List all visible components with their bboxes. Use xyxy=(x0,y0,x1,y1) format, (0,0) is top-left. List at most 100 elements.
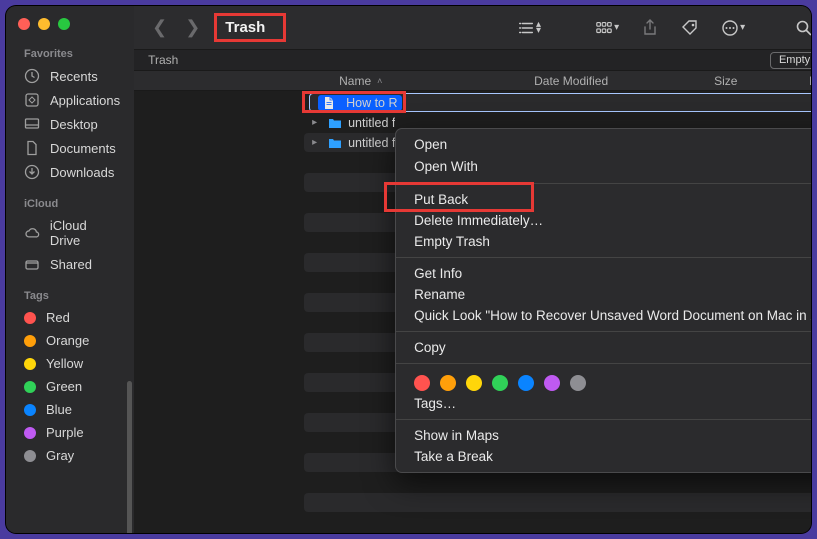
tag-color-orange[interactable] xyxy=(440,375,456,391)
download-icon xyxy=(24,164,40,180)
shared-icon xyxy=(24,256,40,272)
sidebar: Favorites Recents Applications Desktop D… xyxy=(6,6,134,533)
search-button[interactable] xyxy=(789,19,811,37)
tag-color-gray[interactable] xyxy=(570,375,586,391)
main-content: ❮ ❯ Trash ▴▾ ▾ ▾ xyxy=(134,6,811,533)
sidebar-item-label: Green xyxy=(46,379,82,394)
file-name: untitled f xyxy=(348,136,395,150)
sidebar-item-icloud-drive[interactable]: iCloud Drive xyxy=(6,214,134,252)
sidebar-item-label: Desktop xyxy=(50,117,98,132)
tag-color-blue[interactable] xyxy=(518,375,534,391)
document-icon xyxy=(322,96,336,110)
list-row-empty xyxy=(304,473,811,492)
nav-back-button[interactable]: ❮ xyxy=(148,17,171,38)
ctx-get-info[interactable]: Get Info xyxy=(396,263,811,284)
app-icon xyxy=(24,92,40,108)
sidebar-item-label: Gray xyxy=(46,448,74,463)
sidebar-item-label: Blue xyxy=(46,402,72,417)
doc-icon xyxy=(24,140,40,156)
sidebar-item-recents[interactable]: Recents xyxy=(6,64,134,88)
folder-icon xyxy=(328,136,342,150)
ctx-show-in-maps[interactable]: Show in Maps xyxy=(396,425,811,446)
folder-icon xyxy=(328,116,342,130)
sidebar-item-label: Shared xyxy=(50,257,92,272)
sidebar-tag-purple[interactable]: Purple xyxy=(6,421,134,444)
menu-separator xyxy=(396,363,811,364)
action-button[interactable]: ▾ xyxy=(715,19,751,37)
sidebar-item-applications[interactable]: Applications xyxy=(6,88,134,112)
chevron-updown-icon: ▴▾ xyxy=(536,22,541,34)
zoom-window-button[interactable] xyxy=(58,18,70,30)
sidebar-tag-yellow[interactable]: Yellow xyxy=(6,352,134,375)
tag-dot-icon xyxy=(24,404,36,416)
file-name: How to R xyxy=(346,96,397,110)
empty-trash-button[interactable]: Empty xyxy=(770,52,811,69)
sidebar-item-label: Orange xyxy=(46,333,89,348)
tag-dot-icon xyxy=(24,312,36,324)
sidebar-section-icloud: iCloud xyxy=(6,194,134,214)
menu-separator xyxy=(396,183,811,184)
minimize-window-button[interactable] xyxy=(38,18,50,30)
finder-window: Favorites Recents Applications Desktop D… xyxy=(6,6,811,533)
toolbar: ❮ ❯ Trash ▴▾ ▾ ▾ xyxy=(134,6,811,49)
chevron-down-icon: ▾ xyxy=(614,22,619,33)
ctx-copy[interactable]: Copy xyxy=(396,337,811,358)
cloud-icon xyxy=(24,225,40,241)
sidebar-item-label: iCloud Drive xyxy=(50,218,120,248)
context-menu: Open Open With❯ Put Back Delete Immediat… xyxy=(395,128,811,473)
chevron-down-icon: ▾ xyxy=(740,22,745,33)
file-row-selected[interactable]: How to R xyxy=(309,93,811,112)
sidebar-item-label: Applications xyxy=(50,93,120,108)
column-name[interactable]: Name˄ xyxy=(339,74,534,88)
column-size[interactable]: Size xyxy=(714,74,809,88)
sidebar-item-label: Recents xyxy=(50,69,98,84)
sidebar-item-documents[interactable]: Documents xyxy=(6,136,134,160)
share-button[interactable] xyxy=(635,19,665,37)
ctx-take-a-break[interactable]: Take a Break xyxy=(396,446,811,467)
sidebar-item-shared[interactable]: Shared xyxy=(6,252,134,276)
ctx-quick-look[interactable]: Quick Look "How to Recover Unsaved Word … xyxy=(396,305,811,326)
tag-dot-icon xyxy=(24,381,36,393)
file-name: untitled f xyxy=(348,116,395,130)
menu-separator xyxy=(396,257,811,258)
ctx-tags[interactable]: Tags… xyxy=(396,393,811,414)
sidebar-tag-red[interactable]: Red xyxy=(6,306,134,329)
sidebar-tag-orange[interactable]: Orange xyxy=(6,329,134,352)
ctx-open[interactable]: Open xyxy=(396,134,811,155)
ctx-tag-colors xyxy=(396,369,811,393)
disclosure-triangle-icon[interactable]: ▸ xyxy=(312,137,322,148)
disclosure-triangle-icon[interactable]: ▸ xyxy=(312,117,322,128)
path-location: Trash xyxy=(148,53,178,67)
menu-separator xyxy=(396,419,811,420)
sidebar-tag-blue[interactable]: Blue xyxy=(6,398,134,421)
sidebar-section-tags: Tags xyxy=(6,286,134,306)
tag-color-yellow[interactable] xyxy=(466,375,482,391)
column-date[interactable]: Date Modified xyxy=(534,74,714,88)
sidebar-item-label: Red xyxy=(46,310,70,325)
sort-caret-icon: ˄ xyxy=(377,76,382,86)
tag-color-green[interactable] xyxy=(492,375,508,391)
sidebar-item-label: Yellow xyxy=(46,356,83,371)
ctx-rename[interactable]: Rename xyxy=(396,284,811,305)
sidebar-item-downloads[interactable]: Downloads xyxy=(6,160,134,184)
tag-color-red[interactable] xyxy=(414,375,430,391)
tags-button[interactable] xyxy=(675,19,705,37)
close-window-button[interactable] xyxy=(18,18,30,30)
sidebar-item-label: Documents xyxy=(50,141,116,156)
nav-forward-button[interactable]: ❯ xyxy=(181,17,204,38)
view-list-button[interactable]: ▴▾ xyxy=(511,19,547,37)
path-bar: Trash Empty xyxy=(134,49,811,71)
sidebar-scrollbar[interactable] xyxy=(127,61,132,523)
ctx-empty-trash[interactable]: Empty Trash xyxy=(396,231,811,252)
group-button[interactable]: ▾ xyxy=(589,19,625,37)
sidebar-item-desktop[interactable]: Desktop xyxy=(6,112,134,136)
title-highlight: Trash xyxy=(214,13,286,42)
sidebar-tag-gray[interactable]: Gray xyxy=(6,444,134,467)
tag-color-purple[interactable] xyxy=(544,375,560,391)
ctx-open-with[interactable]: Open With❯ xyxy=(396,155,811,178)
ctx-delete-immediately[interactable]: Delete Immediately… xyxy=(396,210,811,231)
sidebar-tag-green[interactable]: Green xyxy=(6,375,134,398)
tag-dot-icon xyxy=(24,335,36,347)
ctx-put-back[interactable]: Put Back xyxy=(396,189,811,210)
column-kind[interactable]: Kind xyxy=(809,74,811,88)
